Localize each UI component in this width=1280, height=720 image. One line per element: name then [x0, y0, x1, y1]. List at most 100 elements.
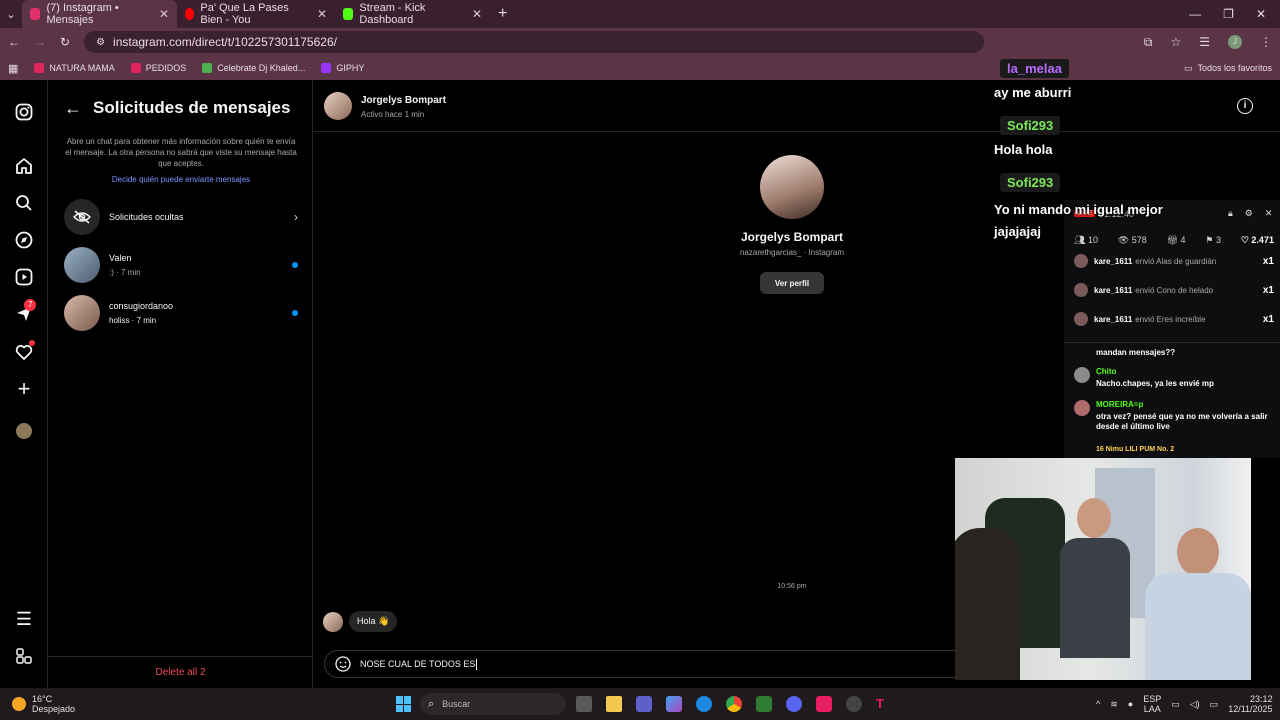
- all-bookmarks[interactable]: ▭ Todos los favoritos: [1184, 63, 1272, 74]
- settings-icon[interactable]: ⚙: [1245, 208, 1253, 219]
- reels-icon[interactable]: [14, 267, 34, 287]
- emoji-icon[interactable]: [335, 656, 351, 672]
- home-icon[interactable]: [14, 156, 34, 176]
- window-close-icon[interactable]: ✕: [1256, 7, 1266, 21]
- contact-avatar[interactable]: [324, 92, 352, 120]
- tab-kick[interactable]: Stream - Kick Dashboard ✕: [335, 0, 490, 28]
- forward-icon[interactable]: →: [34, 35, 46, 49]
- wifi-icon[interactable]: ≋: [1110, 699, 1118, 710]
- apps-icon[interactable]: ▦: [8, 62, 18, 75]
- threads-icon[interactable]: [14, 646, 34, 666]
- tab-instagram[interactable]: (7) Instagram • Mensajes ✕: [22, 0, 177, 28]
- maximize-icon[interactable]: ❐: [1223, 7, 1234, 21]
- taskbar-search[interactable]: ⌕ Buscar: [420, 693, 566, 715]
- volume-icon[interactable]: ◁): [1190, 699, 1200, 710]
- extensions-icon[interactable]: ☰: [1199, 35, 1210, 49]
- install-icon[interactable]: ⧉: [1144, 35, 1153, 50]
- battery-icon[interactable]: ▭: [1210, 699, 1219, 710]
- thread-consugiordanoo[interactable]: consugiordanoo holiss · 7 min: [64, 294, 298, 332]
- edge-icon[interactable]: [696, 696, 712, 712]
- hidden-requests-row[interactable]: Solicitudes ocultas ›: [64, 199, 298, 235]
- info-icon[interactable]: i: [1237, 98, 1253, 114]
- close-tab-icon[interactable]: ✕: [317, 7, 327, 21]
- discord-icon[interactable]: [786, 696, 802, 712]
- lang-layout: LAA: [1143, 704, 1161, 714]
- app-icon[interactable]: [756, 696, 772, 712]
- bookmark-icon: [130, 63, 141, 73]
- requests-description: Abre un chat para obtener más informació…: [65, 137, 297, 168]
- instagram-icon[interactable]: [14, 102, 34, 122]
- profile-icon[interactable]: [14, 421, 34, 441]
- back-icon[interactable]: ←: [8, 35, 20, 49]
- view-profile-button[interactable]: Ver perfil: [760, 272, 824, 294]
- kick-chat-row: Chito Nacho.chapes, ya les envié mp: [1074, 367, 1274, 388]
- instagram-nav-rail: 7 + ☰: [0, 80, 48, 688]
- close-tab-icon[interactable]: ✕: [472, 7, 482, 21]
- menu-icon[interactable]: ☰: [14, 609, 34, 629]
- avatar: [64, 295, 100, 331]
- language-indicator[interactable]: ESP LAA: [1143, 694, 1161, 714]
- thread-name: Valen: [109, 253, 132, 263]
- tab-label: Pa' Que La Pases Bien - You: [200, 2, 289, 26]
- app-icon[interactable]: T: [876, 696, 892, 712]
- folder-icon: ▭: [1183, 62, 1193, 73]
- bookmark-natura[interactable]: NATURA MAMA: [34, 63, 115, 73]
- bookmark-label: NATURA MAMA: [49, 63, 115, 73]
- copilot-icon[interactable]: [666, 696, 682, 712]
- kick-chat-row: MOREIRA=p otra vez? pensé que ya no me v…: [1074, 400, 1274, 432]
- new-tab-button[interactable]: +: [490, 0, 514, 28]
- tab-youtube[interactable]: Pa' Que La Pases Bien - You ✕: [177, 0, 335, 28]
- notifications-icon[interactable]: [14, 340, 35, 362]
- contact-name[interactable]: Jorgelys Bompart: [361, 95, 446, 106]
- search-placeholder: Buscar: [442, 699, 471, 709]
- teams-icon[interactable]: [636, 696, 652, 712]
- explore-icon[interactable]: [14, 230, 34, 250]
- person: [1145, 573, 1251, 680]
- start-icon[interactable]: [396, 696, 412, 712]
- task-view-icon[interactable]: [576, 696, 592, 712]
- tiktok-icon[interactable]: [816, 696, 832, 712]
- who-can-message-link[interactable]: Decide quién puede enviarte mensajes: [64, 175, 298, 184]
- tab-label: (7) Instagram • Mensajes: [46, 2, 119, 26]
- bookmark-giphy[interactable]: GIPHY: [321, 63, 364, 73]
- weather-desc: Despejado: [32, 704, 76, 714]
- person: [1077, 498, 1111, 538]
- bookmark-star-icon[interactable]: ☆: [1170, 35, 1181, 49]
- minimize-icon[interactable]: —: [1189, 7, 1201, 21]
- back-arrow-icon[interactable]: ←: [64, 98, 82, 119]
- tab-search-button[interactable]: ⌄: [0, 0, 22, 28]
- clock[interactable]: 23:12 12/11/2025: [1228, 694, 1272, 714]
- bookmark-pedidos[interactable]: PEDIDOS: [130, 63, 186, 73]
- reload-icon[interactable]: ↻: [60, 35, 70, 49]
- file-explorer-icon[interactable]: [606, 696, 622, 712]
- mic-icon[interactable]: ●: [1128, 699, 1133, 709]
- likes-stat: ♡ 2.471: [1240, 235, 1274, 245]
- profile-avatar[interactable]: J: [1228, 35, 1242, 49]
- sun-icon: [12, 697, 26, 711]
- bookmark-icon: [34, 63, 45, 73]
- message-bubble[interactable]: Hola 👋: [349, 611, 398, 632]
- network-icon[interactable]: ▭: [1171, 699, 1180, 710]
- delete-all-button[interactable]: Delete all 2: [48, 667, 313, 678]
- thread-preview: holiss · 7 min: [109, 316, 157, 325]
- divider: [48, 656, 313, 657]
- create-icon[interactable]: +: [14, 376, 34, 401]
- tray-chevron-icon[interactable]: ^: [1096, 699, 1100, 709]
- bookmark-celebrate[interactable]: Celebrate Dj Khaled...: [202, 63, 305, 73]
- obs-icon[interactable]: [846, 696, 862, 712]
- message-composer[interactable]: NOSE CUAL DE TODOS ES: [324, 650, 984, 678]
- lock-icon[interactable]: 🔒︎: [1228, 208, 1233, 219]
- close-tab-icon[interactable]: ✕: [159, 7, 169, 21]
- close-icon[interactable]: ✕: [1265, 208, 1273, 219]
- url-field[interactable]: ⚙ instagram.com/direct/t/102257301175626…: [84, 31, 985, 53]
- composer-input[interactable]: NOSE CUAL DE TODOS ES: [360, 659, 475, 669]
- chrome-icon[interactable]: [726, 696, 742, 712]
- notification-dot: [29, 340, 35, 346]
- kick-chat-text: otra vez? pensé que ya no me volvería a …: [1096, 412, 1268, 431]
- search-icon[interactable]: [14, 193, 34, 213]
- messages-icon[interactable]: 7: [14, 299, 37, 324]
- thread-valen[interactable]: Valen :) · 7 min: [64, 246, 298, 284]
- weather-widget[interactable]: 16°C Despejado: [0, 694, 140, 714]
- browser-menu-icon[interactable]: ⋮: [1260, 35, 1272, 49]
- site-info-icon[interactable]: ⚙: [96, 37, 105, 48]
